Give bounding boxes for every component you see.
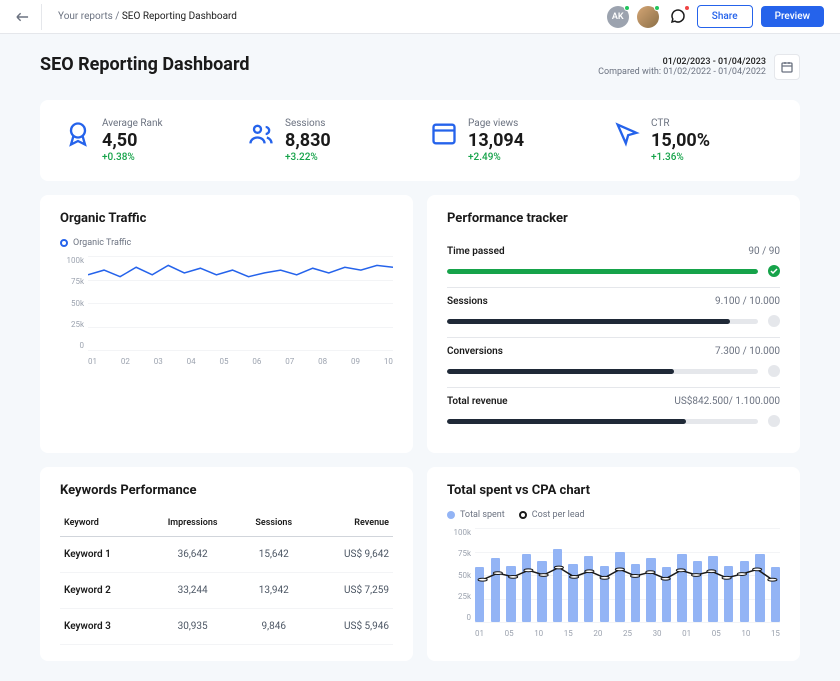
tracker-row: Total revenue US$842.500/ 1.100.000 (447, 387, 780, 415)
organic-chart: 100k75k50k25k0 01020304050607080910 (60, 256, 393, 366)
legend-item: Total spent (447, 510, 505, 520)
status-dot (624, 5, 630, 11)
table-header: KeywordImpressionsSessionsRevenue (60, 510, 393, 537)
status-indicator (768, 265, 780, 277)
calendar-button[interactable] (774, 54, 800, 80)
arrow-left-icon (16, 12, 29, 22)
plot-area (475, 528, 780, 622)
tracker-bar-row (447, 265, 780, 277)
users-icon (247, 120, 275, 148)
topbar: Your reports / SEO Reporting Dashboard A… (0, 0, 840, 34)
page-title: SEO Reporting Dashboard (40, 54, 250, 75)
y-axis: 100k75k50k25k0 (60, 256, 84, 350)
date-compared: Compared with: 01/02/2022 - 01/04/2022 (598, 67, 766, 77)
section-title: Keywords Performance (60, 483, 393, 498)
kpi-card: Average Rank4,50+0.38% Sessions8,830+3.2… (40, 100, 800, 181)
kpi-page-views: Page views13,094+2.49% (430, 118, 593, 163)
chart-legend: Total spent Cost per lead (447, 510, 780, 520)
tracker-list: Time passed 90 / 90 Sessions 9.100 / 10.… (447, 238, 780, 427)
notification-dot (684, 5, 690, 11)
preview-button[interactable]: Preview (761, 6, 824, 27)
calendar-icon (780, 60, 794, 74)
cpa-card: Total spent vs CPA chart Total spent Cos… (427, 467, 800, 661)
legend-item: Organic Traffic (60, 238, 131, 248)
cpa-chart: 100k75k50k25k0 0105101520253001051015 (447, 528, 780, 638)
legend-dot (519, 511, 527, 519)
table-row: Keyword 330,9359,846US$ 5,946 (60, 609, 393, 645)
keywords-card: Keywords Performance KeywordImpressionsS… (40, 467, 413, 661)
status-indicator (768, 365, 780, 377)
organic-traffic-card: Organic Traffic Organic Traffic 100k75k5… (40, 195, 413, 453)
legend-item: Cost per lead (519, 510, 585, 520)
legend-dot (447, 511, 455, 519)
status-dot (654, 5, 660, 11)
browser-icon (430, 120, 458, 148)
share-button[interactable]: Share (697, 5, 753, 28)
progress-bar (447, 319, 758, 324)
tracker-bar-row (447, 315, 780, 327)
avatar-user1[interactable]: AK (607, 6, 629, 28)
tracker-row: Sessions 9.100 / 10.000 (447, 287, 780, 315)
kpi-sessions: Sessions8,830+3.22% (247, 118, 410, 163)
table-row: Keyword 233,24413,942US$ 7,259 (60, 573, 393, 609)
line-series (475, 528, 780, 622)
keywords-table: KeywordImpressionsSessionsRevenue Keywor… (60, 510, 393, 645)
cursor-icon (613, 120, 641, 148)
chart-legend: Organic Traffic (60, 238, 393, 248)
legend-dot (60, 239, 68, 247)
progress-bar (447, 269, 758, 274)
x-axis: 01020304050607080910 (88, 357, 393, 366)
section-title: Total spent vs CPA chart (447, 483, 780, 498)
tracker-bar-row (447, 415, 780, 427)
progress-bar (447, 419, 758, 424)
chat-icon (670, 9, 686, 25)
chat-button[interactable] (667, 6, 689, 28)
tracker-row: Time passed 90 / 90 (447, 238, 780, 265)
performance-tracker-card: Performance tracker Time passed 90 / 90 … (427, 195, 800, 453)
x-axis: 0105101520253001051015 (475, 629, 780, 638)
kpi-average-rank: Average Rank4,50+0.38% (64, 118, 227, 163)
breadcrumb-root[interactable]: Your reports (58, 11, 113, 22)
section-title: Performance tracker (447, 211, 780, 226)
page-header: SEO Reporting Dashboard 01/02/2023 - 01/… (40, 54, 800, 80)
main-container: SEO Reporting Dashboard 01/02/2023 - 01/… (40, 34, 800, 681)
tracker-row: Conversions 7.300 / 10.000 (447, 337, 780, 365)
topbar-left: Your reports / SEO Reporting Dashboard (16, 4, 237, 30)
award-icon (64, 120, 92, 148)
status-indicator (768, 315, 780, 327)
breadcrumb: Your reports / SEO Reporting Dashboard (58, 11, 237, 22)
kpi-row: Average Rank4,50+0.38% Sessions8,830+3.2… (64, 118, 776, 163)
breadcrumb-current: SEO Reporting Dashboard (122, 11, 237, 22)
section-title: Organic Traffic (60, 211, 393, 226)
date-range: 01/02/2023 - 01/04/2023 Compared with: 0… (598, 54, 800, 80)
y-axis: 100k75k50k25k0 (447, 528, 471, 622)
plot-area (88, 256, 393, 350)
kpi-ctr: CTR15,00%+1.36% (613, 118, 776, 163)
status-indicator (768, 415, 780, 427)
avatar-user2[interactable] (637, 6, 659, 28)
tracker-bar-row (447, 365, 780, 377)
back-button[interactable] (16, 4, 42, 30)
progress-bar (447, 369, 758, 374)
date-primary: 01/02/2023 - 01/04/2023 (598, 57, 766, 67)
table-row: Keyword 136,64215,642US$ 9,642 (60, 537, 393, 573)
topbar-right: AK Share Preview (607, 5, 824, 28)
